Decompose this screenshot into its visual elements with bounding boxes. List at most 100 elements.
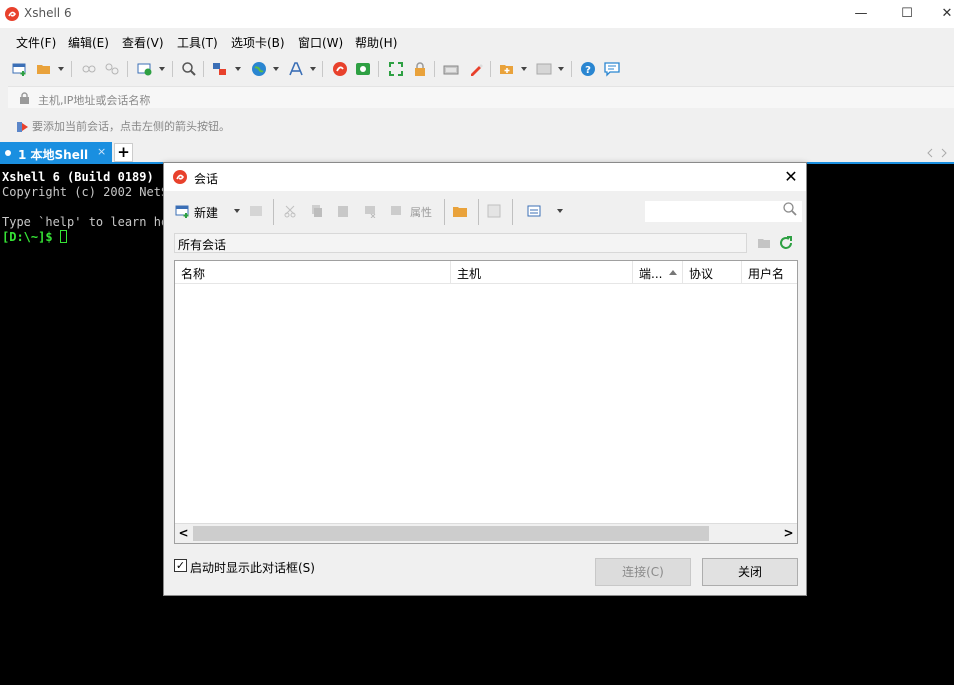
- paste-icon[interactable]: [336, 204, 350, 218]
- sessions-dialog: 会话 ✕ 新建 属性 所有会话 名称 主机 端... 协议 用户名 < > ✓ …: [163, 162, 807, 596]
- reconnect-dropdown-arrow-icon[interactable]: [159, 67, 165, 71]
- help-icon[interactable]: ?: [580, 61, 596, 77]
- reconnect-icon[interactable]: [137, 61, 153, 77]
- toolbar-separator: [378, 61, 379, 77]
- copy-icon[interactable]: [310, 204, 324, 218]
- show-on-startup-label[interactable]: 启动时显示此对话框(S): [190, 559, 315, 576]
- folder-path-bar[interactable]: 所有会话: [174, 233, 747, 253]
- address-bar: 主机,IP地址或会话名称: [0, 84, 954, 110]
- fullscreen-icon[interactable]: [388, 61, 404, 77]
- add-tab-button[interactable]: +: [114, 143, 133, 162]
- transfer-icon[interactable]: [212, 61, 228, 77]
- view-dropdown-arrow-icon[interactable]: [557, 209, 563, 213]
- new-session-icon[interactable]: [12, 61, 28, 77]
- session-search-input[interactable]: [645, 201, 802, 222]
- open-folder-icon[interactable]: [36, 61, 52, 77]
- delete-icon[interactable]: [363, 204, 377, 218]
- hint-text: 要添加当前会话，点击左侧的箭头按钮。: [32, 120, 230, 133]
- toolbar-separator: [203, 61, 204, 77]
- window-titlebar: Xshell 6 — ☐ ✕: [0, 0, 954, 28]
- dialog-toolbar: 新建 属性: [164, 191, 806, 231]
- add-session-arrow-icon[interactable]: [15, 120, 29, 134]
- table-header: 名称 主机 端... 协议 用户名: [175, 261, 797, 284]
- toolbar-separator: [322, 61, 323, 77]
- column-header-protocol[interactable]: 协议: [683, 261, 742, 284]
- transfer-dropdown-arrow-icon[interactable]: [235, 67, 241, 71]
- menu-bar: 文件(F) 编辑(E) 查看(V) 工具(T) 选项卡(B) 窗口(W) 帮助(…: [0, 28, 954, 54]
- tab-status-dot: [5, 150, 11, 156]
- properties-icon[interactable]: [390, 204, 404, 218]
- dialog-title: 会话: [194, 172, 219, 186]
- menu-window[interactable]: 窗口(W): [298, 34, 343, 51]
- folder-up-icon[interactable]: [757, 237, 771, 249]
- view-mode-icon[interactable]: [527, 204, 541, 218]
- lock-icon[interactable]: [412, 61, 428, 77]
- column-header-host[interactable]: 主机: [451, 261, 633, 284]
- show-on-startup-checkbox[interactable]: ✓: [174, 559, 187, 572]
- menu-tools[interactable]: 工具(T): [177, 34, 218, 51]
- menu-tabs[interactable]: 选项卡(B): [231, 34, 285, 51]
- toolbar-separator: [71, 61, 72, 77]
- address-placeholder: 主机,IP地址或会话名称: [38, 94, 151, 107]
- open-folder-icon[interactable]: [452, 204, 468, 218]
- refresh-icon[interactable]: [778, 235, 794, 251]
- open-dropdown-arrow-icon[interactable]: [58, 67, 64, 71]
- layout-dropdown-arrow-icon[interactable]: [558, 67, 564, 71]
- scroll-left-button[interactable]: <: [175, 524, 192, 543]
- minimize-button[interactable]: —: [838, 0, 884, 28]
- xftp-icon[interactable]: [355, 61, 371, 77]
- dialog-close-button[interactable]: ✕: [778, 165, 804, 189]
- menu-help[interactable]: 帮助(H): [355, 34, 397, 51]
- script-folder-icon[interactable]: [499, 61, 515, 77]
- chat-bubble-icon[interactable]: [604, 61, 620, 77]
- menu-file[interactable]: 文件(F): [16, 34, 56, 51]
- toolbar-separator: [172, 61, 173, 77]
- toolbar-separator: [273, 199, 274, 225]
- horizontal-scrollbar[interactable]: < >: [175, 523, 797, 543]
- hint-bar: 要添加当前会话，点击左侧的箭头按钮。: [0, 110, 954, 142]
- close-window-button[interactable]: ✕: [924, 0, 954, 28]
- cut-icon[interactable]: [283, 204, 297, 218]
- highlight-pen-icon[interactable]: [468, 61, 484, 77]
- column-header-username[interactable]: 用户名: [742, 261, 797, 284]
- font-dropdown-arrow-icon[interactable]: [310, 67, 316, 71]
- globe-dropdown-arrow-icon[interactable]: [273, 67, 279, 71]
- tab-local-shell[interactable]: 1 本地Shell ×: [0, 142, 112, 164]
- font-icon[interactable]: [288, 61, 304, 77]
- tab-bar: 1 本地Shell × +: [0, 142, 954, 164]
- close-button[interactable]: 关闭: [702, 558, 798, 586]
- terminal-prompt-line: [D:\~]$: [2, 230, 67, 245]
- new-session-icon[interactable]: [175, 203, 191, 219]
- menu-edit[interactable]: 编辑(E): [68, 34, 109, 51]
- scrollbar-thumb[interactable]: [193, 526, 709, 541]
- script-dropdown-arrow-icon[interactable]: [521, 67, 527, 71]
- xshell-brand-icon[interactable]: [332, 61, 348, 77]
- open-session-icon[interactable]: [249, 204, 263, 218]
- host-address-input[interactable]: 主机,IP地址或会话名称: [8, 86, 954, 108]
- new-dropdown-arrow-icon[interactable]: [234, 209, 240, 213]
- tab-scroll-arrows-icon[interactable]: [926, 148, 948, 158]
- connect-button[interactable]: 连接(C): [595, 558, 691, 586]
- scroll-right-button[interactable]: >: [780, 524, 797, 543]
- tab-close-button[interactable]: ×: [97, 145, 106, 158]
- menu-view[interactable]: 查看(V): [122, 34, 164, 51]
- search-icon[interactable]: [782, 201, 798, 217]
- find-icon[interactable]: [181, 61, 197, 77]
- keyboard-icon[interactable]: [443, 61, 459, 77]
- globe-icon[interactable]: [251, 61, 267, 77]
- disconnect-icon[interactable]: [104, 61, 120, 77]
- tab-label: 1 本地Shell: [18, 148, 89, 162]
- connect-icon[interactable]: [81, 61, 97, 77]
- session-list-table[interactable]: 名称 主机 端... 协议 用户名 < >: [174, 260, 798, 544]
- xshell-logo-icon: [5, 7, 19, 21]
- column-header-name[interactable]: 名称: [175, 261, 451, 284]
- toolbar-separator: [478, 199, 479, 225]
- toolbar-separator: [127, 61, 128, 77]
- toolbar-separator: [490, 61, 491, 77]
- export-icon[interactable]: [487, 204, 501, 218]
- new-session-button[interactable]: 新建: [194, 204, 218, 221]
- layout-icon[interactable]: [536, 61, 552, 77]
- window-title: Xshell 6: [24, 6, 72, 20]
- properties-button[interactable]: 属性: [410, 204, 432, 220]
- lock-icon: [20, 92, 29, 104]
